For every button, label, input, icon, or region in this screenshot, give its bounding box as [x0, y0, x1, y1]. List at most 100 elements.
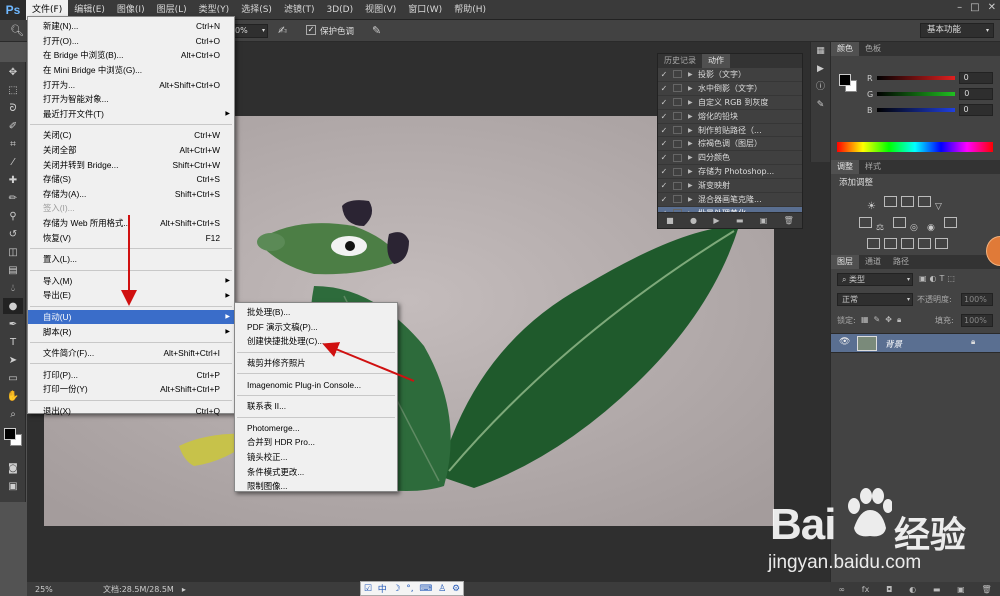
posterize-icon[interactable] [884, 238, 897, 249]
foreground-color-swatch[interactable] [4, 428, 16, 440]
check-icon[interactable]: ✓ [658, 126, 670, 135]
healing-tool-icon[interactable]: ✚ [3, 172, 23, 188]
check-icon[interactable]: ✓ [658, 112, 670, 121]
eyedropper-tool-icon[interactable]: ⁄ [3, 154, 23, 170]
automate-menu-item[interactable]: Photomerge... [235, 421, 397, 436]
levels-icon[interactable] [884, 196, 897, 207]
menu-item[interactable]: 选择(S) [235, 0, 278, 20]
file-menu-item[interactable]: 存储(S) Ctrl+S [28, 172, 234, 187]
automate-menu-item[interactable]: 合并到 HDR Pro... [235, 435, 397, 450]
file-menu-item[interactable]: 在 Mini Bridge 中浏览(G)... [28, 63, 234, 78]
delete-icon[interactable]: 🗑︎ [784, 216, 794, 225]
tab-adjustments[interactable]: 调整 [831, 160, 859, 174]
file-menu-item[interactable]: 关闭(C) Ctrl+W [28, 128, 234, 143]
file-menu-item[interactable]: 打印(P)... Ctrl+P [28, 367, 234, 382]
ime-user-icon[interactable]: ♙ [438, 584, 446, 594]
visibility-eye-icon[interactable]: 👁︎ [839, 337, 850, 347]
tab-styles[interactable]: 样式 [859, 160, 887, 174]
marquee-tool-icon[interactable]: ⬚ [3, 82, 23, 98]
automate-menu-item[interactable]: Imagenomic Plug-in Console... [235, 377, 397, 392]
pen-tool-icon[interactable]: ✒ [3, 316, 23, 332]
fill-input[interactable]: 100% [961, 314, 993, 327]
menu-item[interactable]: 滤镜(T) [278, 0, 321, 20]
color-swatches[interactable] [0, 426, 25, 458]
lasso-tool-icon[interactable]: ᘐ [3, 100, 23, 116]
expand-triangle-icon[interactable]: ▶ [688, 127, 698, 134]
new-set-icon[interactable]: ▬ [736, 216, 744, 225]
ime-punct-icon[interactable]: °, [406, 584, 413, 594]
new-action-icon[interactable]: ▣ [760, 216, 768, 225]
file-menu-item[interactable]: 打开为智能对象... [28, 92, 234, 107]
hand-tool-icon[interactable]: ✋ [3, 388, 23, 404]
channel-value-input[interactable]: 0 [958, 72, 993, 84]
expand-triangle-icon[interactable]: ▶ [688, 113, 698, 120]
expand-triangle-icon[interactable]: ▶ [688, 99, 698, 106]
expand-triangle-icon[interactable]: ▶ [688, 196, 698, 203]
file-menu-item[interactable]: 自动(U) ▶ [28, 309, 234, 325]
color-balance-icon[interactable]: ⚖ [876, 223, 889, 234]
dialog-toggle-box[interactable] [673, 126, 682, 134]
tab-swatches[interactable]: 色板 [859, 42, 887, 56]
stop-icon[interactable]: ■ [666, 216, 674, 225]
file-menu-item[interactable]: 签入(I)... [28, 201, 234, 216]
automate-menu-item[interactable]: 裁剪并修齐照片 [235, 356, 397, 371]
dialog-toggle-box[interactable] [673, 98, 682, 107]
expand-triangle-icon[interactable]: ▶ [688, 71, 698, 78]
close-icon[interactable]: ✕ [988, 2, 996, 13]
expand-triangle-icon[interactable]: ▶ [688, 85, 698, 92]
action-row[interactable]: ✓ ▶ 水中倒影（文字） [658, 82, 802, 96]
dialog-toggle-box[interactable] [673, 139, 682, 148]
channel-mixer-icon[interactable]: ◉ [927, 223, 940, 234]
curves-icon[interactable] [901, 196, 914, 207]
automate-menu-item[interactable]: 限制图像... [235, 479, 397, 494]
check-icon[interactable]: ✓ [658, 181, 670, 190]
dialog-toggle-box[interactable] [673, 181, 682, 190]
tab-paths[interactable]: 路径 [887, 255, 915, 269]
check-icon[interactable]: ✓ [658, 139, 670, 148]
expand-triangle-icon[interactable]: ▶ [688, 182, 698, 189]
gradient-map-icon[interactable] [918, 238, 931, 249]
dialog-toggle-box[interactable] [673, 209, 682, 212]
file-menu-item[interactable]: 导入(M) ▶ [28, 274, 234, 289]
minimize-icon[interactable]: – [957, 2, 962, 13]
file-menu-item[interactable]: 存储为 Web 所用格式... Alt+Shift+Ctrl+S [28, 216, 234, 231]
actions-icon[interactable]: ▶ [811, 60, 830, 78]
expand-triangle-icon[interactable]: ▶ [688, 154, 698, 161]
action-row[interactable]: ✓ ▶ 自定义 RGB 到灰度 [658, 96, 802, 110]
file-menu-item[interactable]: 存储为(A)... Shift+Ctrl+S [28, 187, 234, 202]
layer-row-background[interactable]: 👁︎ 背景 🔒︎ [831, 333, 1000, 353]
blur-tool-icon[interactable]: 💧︎ [3, 280, 23, 296]
color-lookup-icon[interactable] [944, 217, 957, 228]
layer-filter-icons[interactable]: ▣◐T⬚ [919, 274, 958, 283]
ime-language[interactable]: 中 [378, 582, 387, 595]
threshold-icon[interactable] [901, 238, 914, 249]
file-menu-item[interactable]: 打开(O)... Ctrl+O [28, 34, 234, 49]
ime-logo-icon[interactable]: ☑ [364, 584, 372, 594]
invert-icon[interactable] [867, 238, 880, 249]
brush-tool-icon[interactable]: ✏ [3, 190, 23, 206]
action-row[interactable]: ✓ ▶ 制作剪贴路径（... [658, 124, 802, 138]
info-icon[interactable]: ⓘ [811, 78, 830, 96]
history-icon[interactable]: ▦ [811, 42, 830, 60]
file-menu-item[interactable]: 关闭并转到 Bridge... Shift+Ctrl+W [28, 157, 234, 172]
opacity-input[interactable]: 100% [961, 293, 993, 306]
color-fg-swatch[interactable] [839, 74, 851, 86]
action-row[interactable]: ✓ ▶ 棕褐色调（图层） [658, 137, 802, 152]
blend-mode-select[interactable]: 正常 ▾ [837, 293, 913, 306]
color-spectrum-bar[interactable] [837, 142, 993, 152]
file-menu-item[interactable]: 脚本(R) ▶ [28, 324, 234, 339]
menu-item[interactable]: 3D(D) [320, 0, 359, 20]
black-white-icon[interactable] [893, 217, 906, 228]
quick-mask-icon[interactable]: ◙ [3, 460, 23, 476]
dialog-toggle-box[interactable] [673, 195, 682, 204]
file-menu-item[interactable]: 导出(E) ▶ [28, 288, 234, 303]
dialog-toggle-box[interactable] [673, 84, 682, 93]
tab-color[interactable]: 颜色 [831, 42, 859, 56]
automate-menu-item[interactable]: 创建快捷批处理(C)... [235, 334, 397, 349]
pressure-icon[interactable]: ✎ [372, 24, 381, 37]
check-icon[interactable]: ✓ [658, 167, 670, 176]
photo-filter-icon[interactable]: ◎ [910, 223, 923, 234]
layer-kind-filter[interactable]: ⌕ 类型 ▾ [837, 273, 913, 286]
file-menu-item[interactable]: 最近打开文件(T) ▶ [28, 107, 234, 122]
status-menu-arrow-icon[interactable]: ▸ [174, 585, 186, 594]
